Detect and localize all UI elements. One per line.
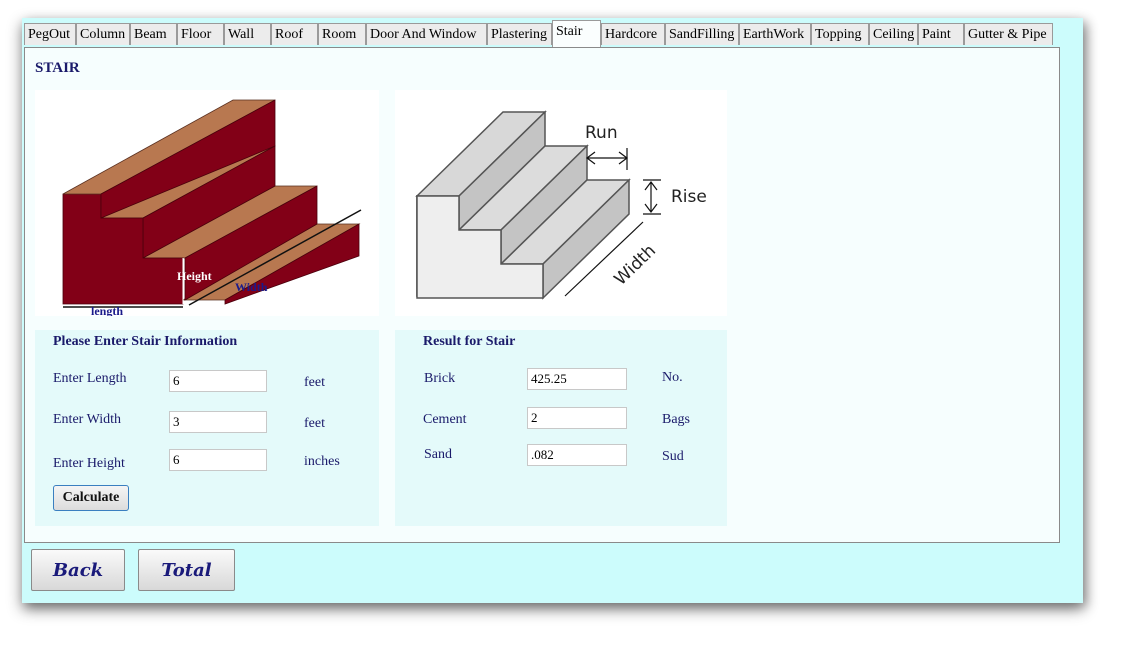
height-label: Height — [177, 269, 212, 283]
stair-tab-panel: STAIR Height Width length Run Rise Width… — [24, 47, 1060, 543]
cement-unit: Bags — [662, 412, 690, 427]
width-dimension-label: Width — [611, 241, 660, 290]
tab-beam[interactable]: Beam — [130, 23, 177, 45]
tab-wall[interactable]: Wall — [224, 23, 271, 45]
tab-room[interactable]: Room — [318, 23, 366, 45]
sand-result-field[interactable] — [527, 444, 627, 466]
height-input[interactable] — [169, 449, 267, 471]
total-button[interactable]: Total — [138, 549, 235, 591]
stair-3d-image: Height Width length — [35, 90, 379, 318]
width-label: Width — [235, 280, 268, 294]
tab-pegout[interactable]: PegOut — [24, 23, 76, 45]
brick-unit: No. — [662, 370, 683, 385]
run-label: Run — [585, 123, 618, 143]
sand-unit: Sud — [662, 449, 684, 464]
length-field-label: Enter Length — [53, 371, 127, 386]
result-section-title: Result for Stair — [423, 334, 516, 349]
brick-label: Brick — [424, 371, 456, 386]
tab-column[interactable]: Column — [76, 23, 130, 45]
width-field-label: Enter Width — [53, 412, 121, 427]
tab-paint[interactable]: Paint — [918, 23, 964, 45]
back-button[interactable]: Back — [31, 549, 125, 591]
stair-input-section: Please Enter Stair Information Enter Len… — [35, 330, 379, 526]
width-unit: feet — [304, 416, 325, 431]
tab-earthwork[interactable]: EarthWork — [739, 23, 811, 45]
input-section-title: Please Enter Stair Information — [53, 334, 238, 349]
stair-3d-illustration: Height Width length — [62, 99, 362, 318]
tab-topping[interactable]: Topping — [811, 23, 869, 45]
width-input[interactable] — [169, 411, 267, 433]
tab-plastering[interactable]: Plastering — [487, 23, 552, 45]
tab-door-and-window[interactable]: Door And Window — [366, 23, 487, 45]
sand-label: Sand — [424, 447, 452, 462]
rise-label: Rise — [671, 187, 707, 207]
height-unit: inches — [304, 454, 340, 469]
tab-floor[interactable]: Floor — [177, 23, 224, 45]
brick-result-field[interactable] — [527, 368, 627, 390]
stair-result-section: Result for Stair Brick No. Cement Bags S… — [395, 330, 727, 526]
stair-dimension-illustration: Run Rise Width — [415, 110, 707, 300]
calculate-button[interactable]: Calculate — [53, 485, 129, 511]
length-unit: feet — [304, 375, 325, 390]
tab-roof[interactable]: Roof — [271, 23, 318, 45]
tab-sandfilling[interactable]: SandFilling — [665, 23, 739, 45]
cement-result-field[interactable] — [527, 407, 627, 429]
stair-dimension-image: Run Rise Width — [395, 90, 727, 316]
cement-label: Cement — [423, 412, 467, 427]
height-field-label: Enter Height — [53, 456, 125, 471]
length-input[interactable] — [169, 370, 267, 392]
tab-stair[interactable]: Stair — [552, 20, 601, 47]
tab-hardcore[interactable]: Hardcore — [601, 23, 665, 45]
tab-ceiling[interactable]: Ceiling — [869, 23, 918, 45]
length-label: length — [91, 304, 123, 316]
app-window: PegOut Column Beam Floor Wall Roof Room … — [22, 18, 1083, 603]
tab-gutter-and-pipe[interactable]: Gutter & Pipe — [964, 23, 1053, 45]
page-title: STAIR — [35, 60, 80, 76]
